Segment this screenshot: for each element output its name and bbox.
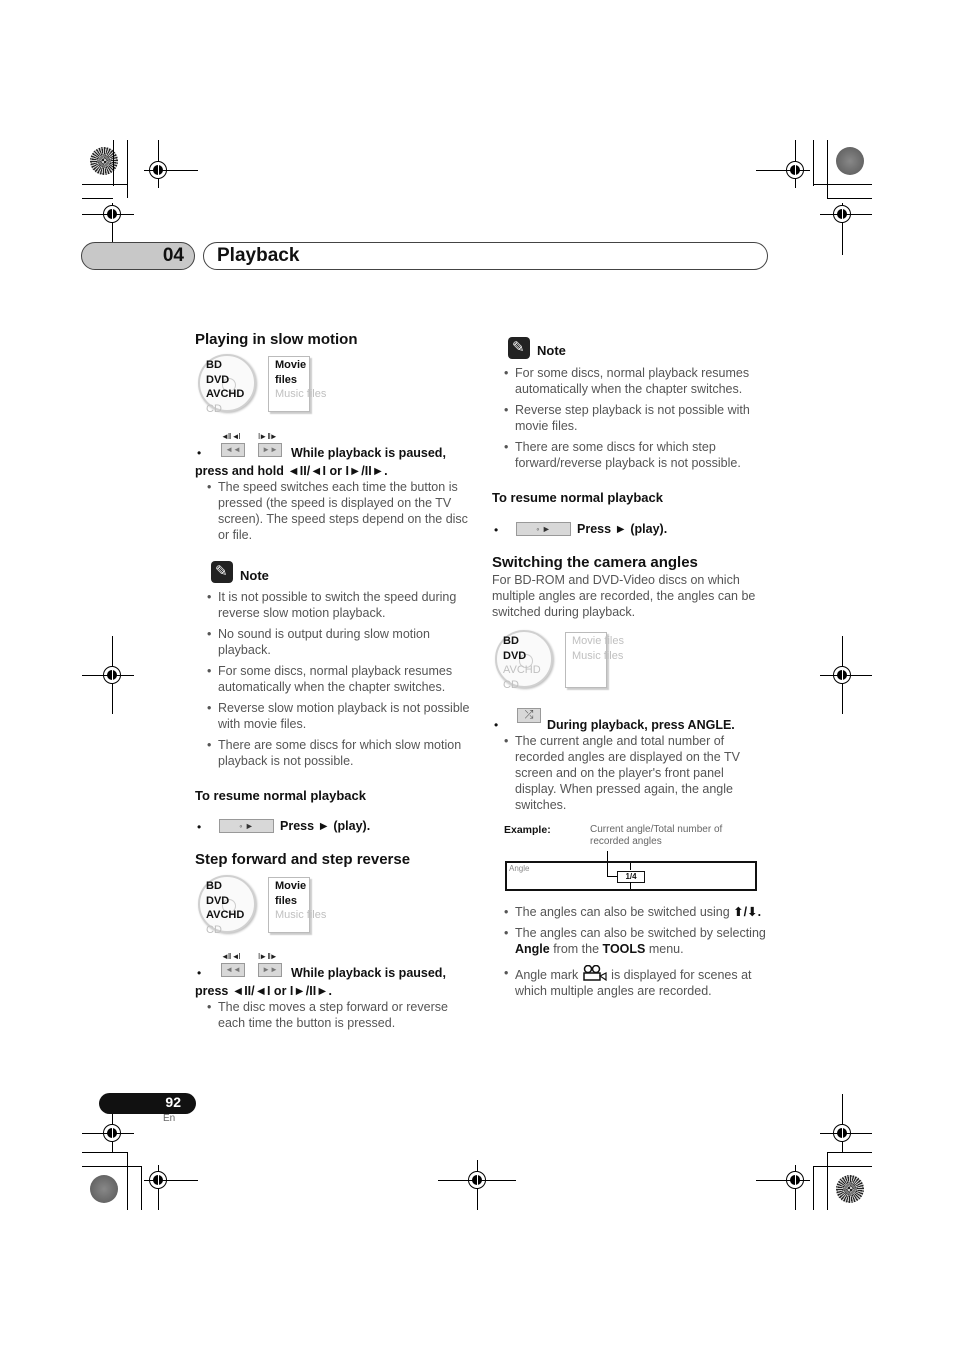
angle-mark-camera-icon	[582, 964, 608, 982]
list-item: The angles can also be switched using ⬆/…	[503, 904, 771, 920]
compat-avchd: AVCHD	[206, 388, 245, 400]
key-caption-reverse: ◄II ◄I	[221, 952, 241, 961]
chapter-title-bar: Playback	[203, 242, 768, 270]
list-item: The speed switches each time the button …	[206, 479, 471, 543]
page-number-badge: 92	[99, 1093, 196, 1114]
chapter-title: Playback	[217, 245, 300, 266]
list-item: It is not possible to switch the speed d…	[206, 589, 471, 621]
example-description: Current angle/Total number of recorded a…	[590, 824, 723, 847]
up-down-arrow-icon: ⬆/⬇.	[733, 905, 762, 919]
compat-dvd: DVD	[206, 894, 230, 907]
compat-music-files: Music files	[572, 649, 624, 662]
angle-details: The current angle and total number of re…	[503, 733, 765, 818]
instruction-text: While playback is paused,	[291, 966, 446, 980]
compat-cd: CD	[206, 923, 222, 936]
resume-instruction: Press ► (play).	[577, 522, 668, 536]
note-icon	[211, 561, 233, 583]
list-item: For some discs, normal playback resumes …	[503, 365, 771, 397]
note-heading: Note	[240, 568, 269, 583]
compat-avchd: AVCHD	[503, 664, 541, 676]
instruction-text: While playback is paused,	[291, 446, 446, 460]
play-key-icon: ◦ ►	[516, 522, 571, 536]
media-compat-step: BD DVD AVCHD CD Movie files Music files	[198, 875, 328, 937]
compat-music-files: Music files	[275, 909, 327, 921]
page-number: 92	[165, 1094, 181, 1110]
resume-heading: To resume normal playback	[195, 788, 366, 803]
compat-dvd: DVD	[206, 373, 230, 386]
compat-bd: BD	[206, 880, 222, 892]
key-caption-reverse: ◄II ◄I	[221, 432, 241, 441]
angle-extra-notes: The angles can also be switched using ⬆/…	[503, 904, 771, 1004]
example-label: Example:	[504, 824, 551, 836]
reverse-slow-key-icon: ◄◄	[221, 443, 245, 457]
compat-avchd: AVCHD	[206, 909, 245, 921]
step-details: The disc moves a step forward or reverse…	[206, 999, 471, 1036]
chapter-number: 04	[162, 245, 184, 266]
resume-heading: To resume normal playback	[492, 490, 663, 505]
compat-movie-files: Movie files	[572, 635, 624, 647]
list-item: The disc moves a step forward or reverse…	[206, 999, 471, 1031]
list-item: Reverse step playback is not possible wi…	[503, 402, 771, 434]
compat-cd: CD	[503, 678, 519, 691]
compat-music-files: Music files	[275, 388, 327, 400]
key-caption-forward: I► II►	[258, 432, 278, 441]
page-language: En	[163, 1113, 176, 1124]
list-item: Reverse slow motion playback is not poss…	[206, 700, 471, 732]
registration-burst-icon	[90, 1175, 118, 1203]
camera-angles-intro: For BD-ROM and DVD-Video discs on which …	[492, 573, 756, 619]
compat-dvd: DVD	[503, 649, 527, 662]
section-heading-slow-motion: Playing in slow motion	[195, 331, 358, 348]
slow-motion-details: The speed switches each time the button …	[206, 479, 471, 548]
list-item: There are some discs for which slow moti…	[206, 737, 471, 769]
compat-movie-files: Movie files	[275, 880, 307, 907]
list-item: The angles can also be switched by selec…	[503, 925, 771, 957]
compat-bd: BD	[206, 359, 222, 371]
list-item: For some discs, normal playback resumes …	[206, 663, 471, 695]
angle-value: 1/4	[617, 871, 645, 883]
chapter-tab: 04	[81, 242, 195, 270]
media-compat-angles: BD DVD AVCHD CD Movie files Music files	[495, 630, 625, 692]
list-item: The current angle and total number of re…	[503, 733, 765, 813]
step-reverse-key-icon: ◄◄	[221, 963, 245, 977]
registration-burst-icon	[836, 147, 864, 175]
play-key-icon: ◦ ►	[219, 819, 274, 833]
angle-key-icon: ⤮	[517, 708, 541, 723]
angle-instruction: During playback, press ANGLE.	[547, 718, 735, 732]
media-compat-slow-motion: BD DVD AVCHD CD Movie files Music files	[198, 354, 328, 416]
angle-screen-label: Angle	[509, 864, 530, 873]
section-heading-camera-angles: Switching the camera angles	[492, 554, 698, 571]
note-heading: Note	[537, 343, 566, 358]
compat-movie-files: Movie files	[275, 359, 307, 386]
compat-bd: BD	[503, 635, 519, 647]
registration-burst-icon	[836, 1175, 864, 1203]
instruction-text: press and hold ◄II/◄I or I►/II►.	[195, 464, 388, 478]
forward-slow-key-icon: ►►	[258, 443, 282, 457]
resume-instruction: Press ► (play).	[280, 819, 371, 833]
angle-example-screen: Angle 1/4	[505, 861, 757, 891]
key-caption-forward: I► II►	[258, 952, 278, 961]
slow-motion-notes: It is not possible to switch the speed d…	[206, 589, 471, 774]
list-item: Angle mark is displayed for scenes at wh…	[503, 964, 771, 999]
step-notes: For some discs, normal playback resumes …	[503, 365, 771, 476]
list-item: There are some discs for which step forw…	[503, 439, 771, 471]
instruction-text: press ◄II/◄I or I►/II►.	[195, 984, 333, 998]
step-forward-key-icon: ►►	[258, 963, 282, 977]
section-heading-step: Step forward and step reverse	[195, 851, 411, 868]
note-icon	[508, 337, 530, 359]
compat-cd: CD	[206, 402, 222, 415]
list-item: No sound is output during slow motion pl…	[206, 626, 471, 658]
